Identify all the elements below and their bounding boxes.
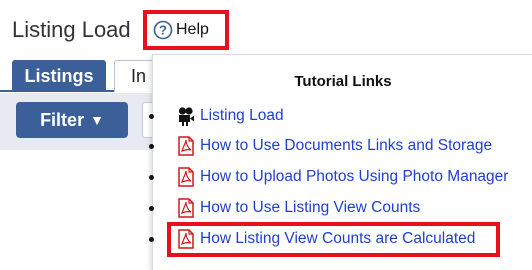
bullet xyxy=(149,205,154,211)
svg-text:?: ? xyxy=(159,23,167,38)
pdf-icon xyxy=(178,229,194,249)
filter-label: Filter xyxy=(40,109,85,130)
bullet xyxy=(149,113,154,119)
tab-in[interactable]: In xyxy=(114,60,154,92)
tutorial-link-listing-load[interactable]: Listing Load xyxy=(200,107,284,125)
tutorial-link-list: Listing Load How to Use Documents Links … xyxy=(149,55,532,270)
tab-listings[interactable]: Listings xyxy=(12,60,106,92)
pdf-icon xyxy=(178,136,194,156)
page-title: Listing Load xyxy=(12,17,131,42)
list-item: How to Use Listing View Counts xyxy=(149,196,532,220)
page-header: Listing Load ? Help xyxy=(0,0,532,52)
pdf-icon xyxy=(178,167,194,187)
list-item: How to Use Documents Links and Storage xyxy=(149,134,532,158)
tutorial-links-panel: Tutorial Links Listing Load How to Use D… xyxy=(149,54,532,270)
bullet xyxy=(149,236,154,242)
list-item: How Listing View Counts are Calculated xyxy=(149,227,532,251)
list-item: Listing Load xyxy=(149,104,532,128)
pdf-icon xyxy=(178,198,194,218)
bullet xyxy=(149,174,154,180)
film-camera-icon xyxy=(178,107,194,126)
caret-down-icon: ▼ xyxy=(90,112,104,128)
tutorial-link-view-counts[interactable]: How to Use Listing View Counts xyxy=(200,199,420,217)
help-button[interactable]: ? Help xyxy=(143,10,229,50)
tutorial-link-photo-manager[interactable]: How to Upload Photos Using Photo Manager xyxy=(200,168,508,186)
tutorial-link-documents[interactable]: How to Use Documents Links and Storage xyxy=(200,137,492,155)
question-circle-icon: ? xyxy=(153,20,173,40)
filter-button[interactable]: Filter ▼ xyxy=(16,102,128,138)
list-item: How to Upload Photos Using Photo Manager xyxy=(149,165,532,189)
tutorial-link-view-counts-calculated[interactable]: How Listing View Counts are Calculated xyxy=(200,230,475,248)
bullet xyxy=(149,143,154,149)
help-label: Help xyxy=(176,21,209,38)
